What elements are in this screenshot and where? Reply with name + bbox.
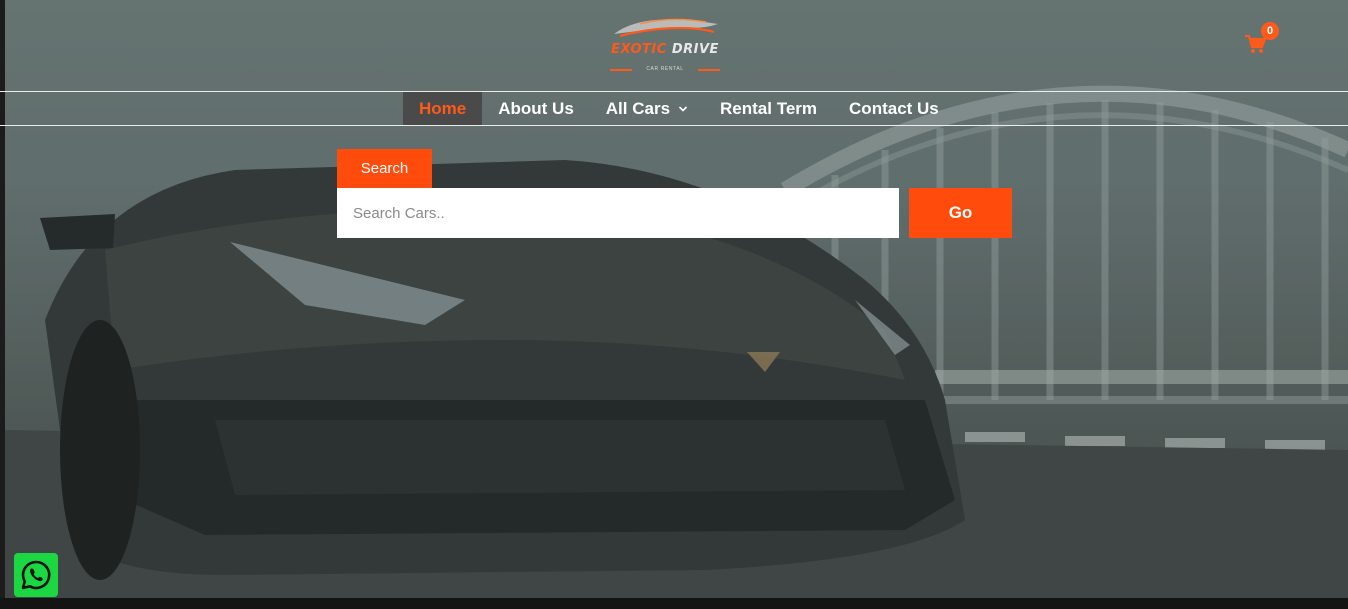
- brand-tagline: CAR RENTAL: [646, 66, 684, 72]
- search-tab[interactable]: Search: [337, 149, 432, 188]
- nav-item-about-us[interactable]: About Us: [482, 92, 590, 125]
- go-button[interactable]: Go: [909, 188, 1012, 238]
- main-nav: Home About Us All Cars Rental Term Conta…: [403, 92, 955, 125]
- page: EXOTIC DRIVE CAR RENTAL 0 Home About Us …: [0, 0, 1348, 609]
- nav-item-contact-us[interactable]: Contact Us: [833, 92, 955, 125]
- nav-item-label: About Us: [498, 98, 574, 118]
- nav-item-label: Home: [419, 98, 467, 118]
- whatsapp-button[interactable]: [14, 553, 58, 597]
- nav-item-all-cars[interactable]: All Cars: [590, 92, 704, 125]
- logo-car-icon: [614, 18, 718, 38]
- nav-item-label: Contact Us: [849, 98, 939, 118]
- footer-strip: [0, 598, 1348, 609]
- hero-tint: [5, 0, 1348, 598]
- brand-logo[interactable]: EXOTIC DRIVE CAR RENTAL: [606, 12, 724, 76]
- chevron-down-icon: [678, 105, 688, 112]
- hero-background: [5, 0, 1348, 598]
- brand-name: EXOTIC DRIVE: [611, 42, 719, 57]
- search-input[interactable]: [337, 188, 899, 238]
- whatsapp-icon: [21, 560, 51, 590]
- nav-bottom-border: [0, 125, 1348, 126]
- nav-item-home[interactable]: Home: [403, 92, 483, 125]
- nav-item-label: All Cars: [605, 98, 671, 118]
- nav-item-rental-term[interactable]: Rental Term: [704, 92, 833, 125]
- cart-count-badge[interactable]: 0: [1261, 22, 1279, 40]
- nav-item-label: Rental Term: [720, 98, 818, 118]
